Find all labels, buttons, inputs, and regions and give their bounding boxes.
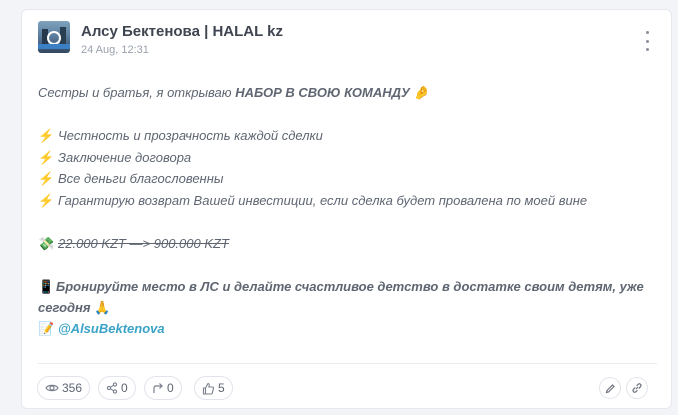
views-counter[interactable]: 356 [37,376,91,400]
phone-icon: 📱 [38,279,55,294]
praying-hands-emoji: 🙏 [94,300,111,315]
pencil-icon [605,383,615,393]
bullet-text: Честность и прозрачность каждой сделки [58,128,323,143]
contact-mention-link[interactable]: @AlsuBektenova [58,321,165,336]
share-icon [106,382,118,394]
thumbs-up-icon [202,382,215,395]
intro-bold-text: НАБОР В СВОЮ КОМАНДУ [235,85,410,100]
lightning-icon: ⚡ [38,171,55,186]
bullet-item: ⚡ Гарантирую возврат Вашей инвестиции, ес… [38,193,658,209]
lightning-icon: ⚡ [38,150,55,165]
views-count: 356 [62,381,83,395]
pinched-fingers-emoji: 🤌 [413,85,430,100]
forwards-counter[interactable]: 0 [144,376,182,400]
post-card: Алсу Бектенова | HALAL kz 24 Aug, 12:31 … [21,9,672,409]
edit-button[interactable] [599,377,621,399]
bullet-text: Все деньги благословенны [58,171,224,186]
booking-line: 📱 Бронируйте место в ЛС и делайте счастли… [38,279,658,295]
reactions-counter[interactable]: 5 [194,376,233,400]
avatar-band [38,44,70,49]
channel-avatar[interactable] [38,21,70,53]
intro-text: Сестры и братья, я открываю [38,85,236,100]
link-icon [632,383,642,393]
reactions-count: 5 [218,381,225,395]
forwards-count: 0 [167,381,174,395]
price-text: 22.000 KZT —> 900.000 KZT [58,236,229,251]
forward-arrow-icon [153,383,163,393]
channel-name[interactable]: Алсу Бектенова | HALAL kz [81,23,283,40]
booking-line-2: сегодня 🙏 [38,300,658,316]
post-date: 24 Aug, 12:31 [81,44,149,56]
bullet-text: Заключение договора [58,150,192,165]
money-wings-icon: 💸 [38,236,55,251]
bullet-item: ⚡ Честность и прозрачность каждой сделки [38,128,658,144]
memo-icon: 📝 [38,321,55,336]
lightning-icon: ⚡ [38,128,55,143]
shares-counter[interactable]: 0 [98,376,136,400]
booking-text: Бронируйте место в ЛС и делайте счастлив… [56,279,644,294]
intro-line: Сестры и братья, я открываю НАБОР В СВОЮ… [38,85,658,101]
booking-text-2: сегодня [38,300,91,315]
shares-count: 0 [121,381,128,395]
contact-line: 📝 @AlsuBektenova [38,321,658,337]
copy-link-button[interactable] [626,377,648,399]
avatar-logo-ring [47,31,61,45]
more-vertical-icon[interactable] [641,31,653,51]
bullet-text: Гарантирую возврат Вашей инвестиции, есл… [58,193,588,208]
lightning-icon: ⚡ [38,193,55,208]
divider [38,363,657,364]
eye-icon [45,384,59,392]
bullet-item: ⚡ Заключение договора [38,150,658,166]
bullet-item: ⚡ Все деньги благословенны [38,171,658,187]
price-line: 💸 22.000 KZT —> 900.000 KZT [38,236,658,252]
